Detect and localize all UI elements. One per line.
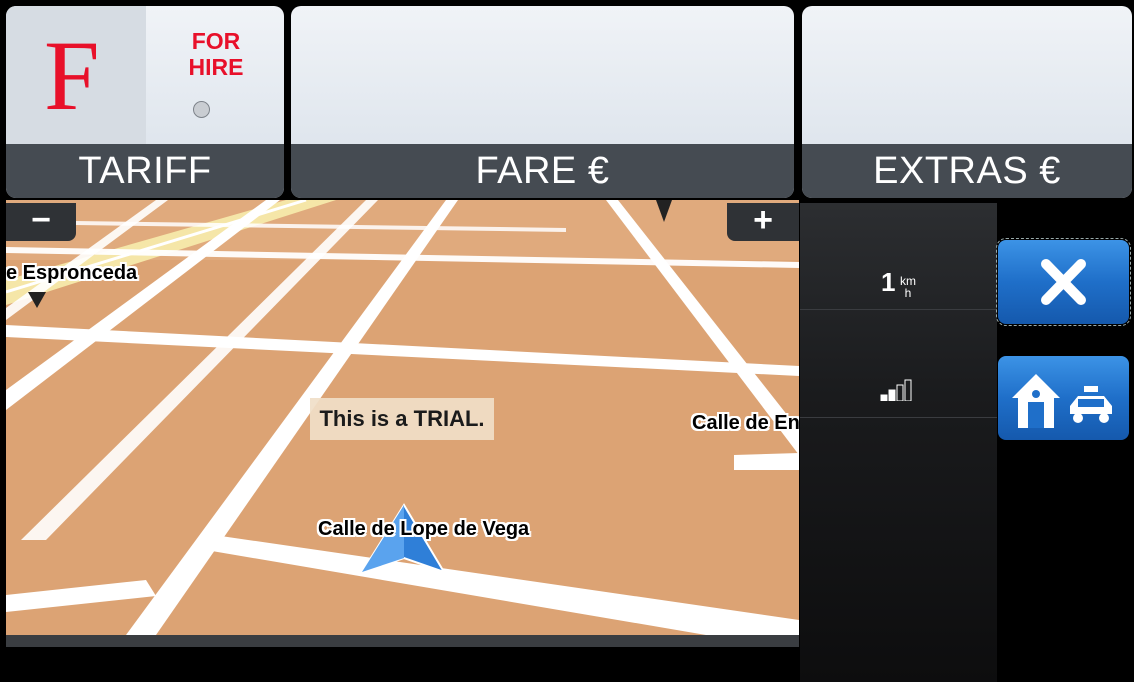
speed-unit-bottom: h: [904, 285, 912, 300]
for-hire-line-2: HIRE: [188, 54, 244, 80]
info-column: 1 km h: [800, 203, 997, 682]
extras-caption: EXTRAS €: [802, 144, 1132, 198]
for-hire-indicator: FOR HIRE: [176, 28, 256, 80]
signal-bar: [904, 379, 911, 402]
map-bottom-bar: [6, 635, 799, 647]
hire-light-icon: [193, 101, 210, 118]
home-taxi-icon: [1012, 374, 1112, 428]
fare-caption: FARE €: [291, 144, 794, 198]
extras-panel[interactable]: EXTRAS €: [802, 6, 1132, 198]
street-label-right: Calle de En: [692, 412, 799, 434]
signal-bar: [888, 389, 895, 402]
signal-readout: [800, 363, 997, 418]
zoom-in-button[interactable]: +: [727, 203, 799, 241]
signal-strength-icon: [880, 379, 911, 402]
tariff-letter-box: F: [6, 6, 146, 144]
speed-value: 1: [881, 267, 896, 297]
zoom-out-button[interactable]: −: [6, 203, 76, 241]
for-hire-line-1: FOR: [191, 28, 241, 54]
close-icon: [1041, 259, 1086, 305]
fare-panel[interactable]: FARE €: [291, 6, 794, 198]
signal-bar: [896, 384, 903, 402]
tariff-letter: F: [44, 20, 100, 131]
home-taxi-button[interactable]: [998, 356, 1129, 440]
tariff-panel[interactable]: F FOR HIRE TARIFF: [6, 6, 284, 198]
trial-notice: This is a TRIAL.: [310, 398, 494, 440]
speed-unit: km h: [900, 275, 916, 299]
current-street-label: Calle de Lope de Vega: [318, 518, 530, 540]
speed-readout: 1 km h: [800, 255, 997, 310]
tariff-caption: TARIFF: [6, 144, 284, 198]
signal-bar: [880, 394, 887, 402]
speed-unit-top: km: [899, 273, 916, 288]
close-button[interactable]: [996, 238, 1131, 326]
street-label-left: e Espronceda: [6, 262, 138, 284]
